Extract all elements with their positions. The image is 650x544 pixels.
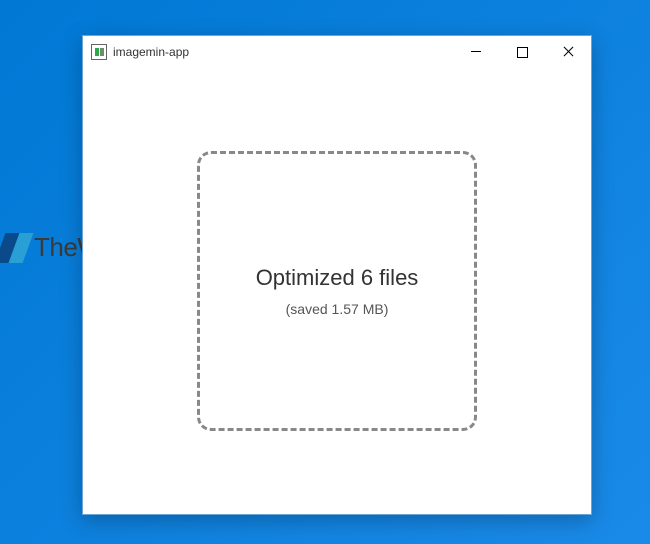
dropzone[interactable]: Optimized 6 files (saved 1.57 MB)	[197, 151, 477, 431]
window-content: Optimized 6 files (saved 1.57 MB)	[83, 68, 591, 514]
close-button[interactable]	[545, 36, 591, 68]
window-controls	[453, 36, 591, 68]
watermark-logo-icon	[0, 233, 30, 263]
minimize-icon	[471, 47, 481, 57]
status-text: Optimized 6 files	[256, 265, 419, 291]
saved-text: (saved 1.57 MB)	[286, 301, 389, 317]
minimize-button[interactable]	[453, 36, 499, 68]
maximize-button[interactable]	[499, 36, 545, 68]
app-window: imagemin-app Optimized 6 files (saved 1.…	[82, 35, 592, 515]
window-title: imagemin-app	[113, 45, 189, 59]
maximize-icon	[517, 47, 527, 57]
titlebar-left: imagemin-app	[83, 44, 189, 60]
close-icon	[563, 47, 573, 57]
titlebar[interactable]: imagemin-app	[83, 36, 591, 68]
app-icon	[91, 44, 107, 60]
